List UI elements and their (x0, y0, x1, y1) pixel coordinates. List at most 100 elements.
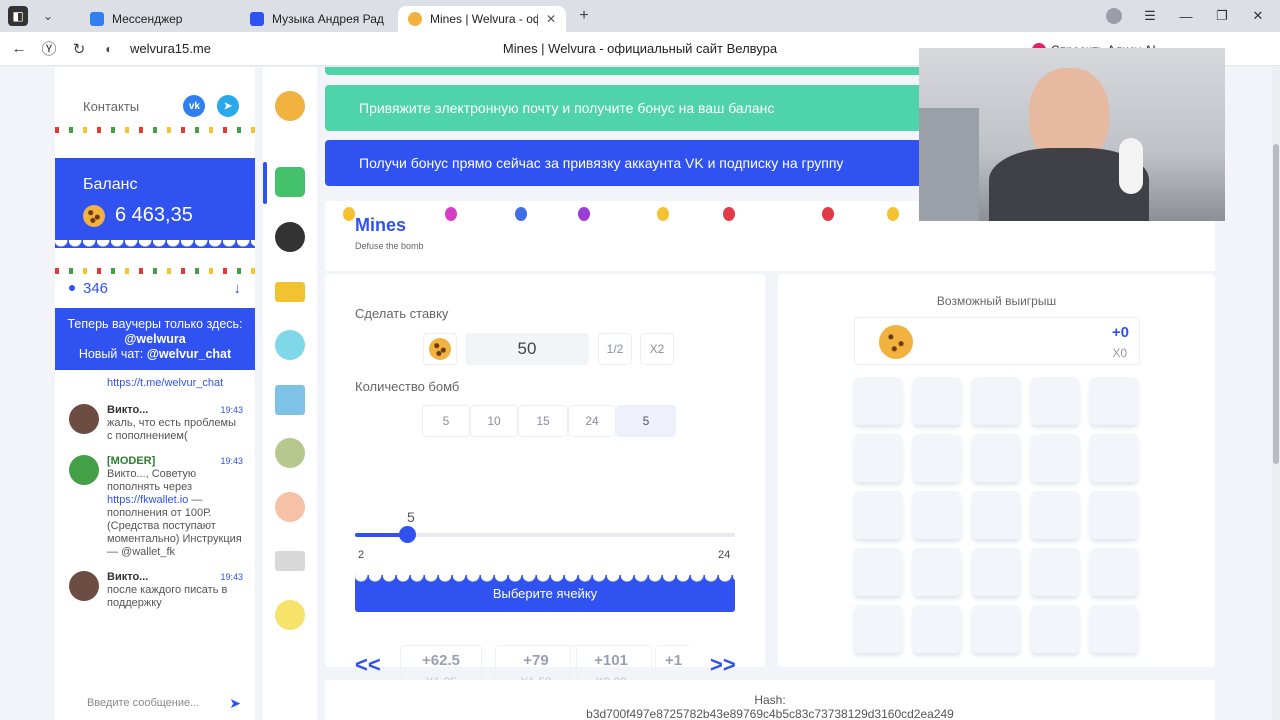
mine-cell[interactable] (972, 491, 1020, 539)
mine-cell[interactable] (854, 377, 902, 425)
bombs-count-input[interactable]: 5 (616, 405, 676, 437)
game-subtitle: Defuse the bomb (355, 241, 424, 251)
new-tab-icon[interactable]: + (574, 6, 594, 26)
double-bet-button[interactable]: X2 (640, 333, 674, 365)
avatar[interactable] (69, 455, 99, 485)
chat-message-partial: https://t.me/welvur_chat (55, 375, 255, 394)
tab-music[interactable]: Музыка Андрея Рад (240, 6, 398, 32)
tab-messenger[interactable]: Мессенджер (80, 6, 240, 32)
next-arrow-button[interactable]: >> (710, 652, 736, 678)
email-bonus-banner[interactable]: Привяжите электронную почту и получите б… (325, 85, 935, 131)
bet-label: Сделать ставку (355, 306, 449, 321)
coin-icon[interactable] (275, 600, 305, 630)
bet-input[interactable]: 50 (465, 333, 589, 365)
bombs-preset-10[interactable]: 10 (470, 405, 518, 437)
mine-cell[interactable] (1031, 605, 1079, 653)
slider-handle[interactable] (398, 526, 416, 543)
mine-cell[interactable] (913, 548, 961, 596)
chat-link[interactable]: https://t.me/welvur_chat (107, 377, 223, 390)
mine-cell[interactable] (1031, 377, 1079, 425)
music-favicon-icon (250, 12, 264, 26)
mine-cell[interactable] (854, 605, 902, 653)
slider-value: 5 (407, 509, 415, 525)
tabs-dropdown-icon[interactable]: ⌄ (38, 6, 58, 26)
arrow-down-icon[interactable]: ↓ (234, 280, 242, 297)
mine-cell[interactable] (972, 605, 1020, 653)
send-icon[interactable]: ➤ (229, 695, 241, 712)
tab-mines[interactable]: Mines | Welvura - офиц ✕ (398, 6, 566, 32)
bubbles-icon[interactable] (275, 330, 305, 360)
bombs-preset-5[interactable]: 5 (422, 405, 470, 437)
minimize-icon[interactable]: — (1168, 0, 1204, 32)
mine-cell[interactable] (1031, 434, 1079, 482)
avatar[interactable] (69, 571, 99, 601)
avatar[interactable] (69, 404, 99, 434)
mine-cell[interactable] (972, 377, 1020, 425)
start-button[interactable]: Выберите ячейку (355, 575, 735, 612)
mine-cell[interactable] (913, 605, 961, 653)
bulb-decoration (515, 207, 527, 221)
bulb-decoration (822, 207, 834, 221)
menu-icon[interactable]: ☰ (1132, 0, 1168, 32)
mine-cell[interactable] (854, 548, 902, 596)
slots-icon[interactable] (275, 551, 305, 571)
bomb-icon[interactable] (275, 222, 305, 252)
hash-label: Hash: (754, 693, 786, 707)
mine-cell[interactable] (972, 548, 1020, 596)
back-icon[interactable]: ← (4, 34, 34, 64)
mine-cell[interactable] (1090, 377, 1138, 425)
half-bet-button[interactable]: 1/2 (598, 333, 632, 365)
mine-cell[interactable] (1090, 491, 1138, 539)
crossed-swords-icon[interactable] (275, 492, 305, 522)
win-multiplier: X0 (1112, 346, 1127, 360)
reload-icon[interactable]: ↻ (64, 34, 94, 64)
crown-icon[interactable] (275, 282, 305, 302)
dice-icon[interactable] (275, 167, 305, 197)
mine-cell[interactable] (972, 434, 1020, 482)
close-window-icon[interactable]: ✕ (1240, 0, 1276, 32)
chat-input-placeholder[interactable]: Введите сообщение... (87, 697, 199, 709)
cookie-icon[interactable] (275, 91, 305, 121)
close-tab-icon[interactable]: ✕ (546, 12, 556, 26)
scrollbar[interactable] (1272, 67, 1280, 720)
promo-block: Теперь ваучеры только здесь: @welwura Но… (55, 308, 255, 370)
mine-cell[interactable] (1031, 491, 1079, 539)
vk-bonus-banner[interactable]: Получи бонус прямо сейчас за привязку ак… (325, 140, 935, 186)
mine-cell[interactable] (913, 491, 961, 539)
mine-cell[interactable] (1031, 548, 1079, 596)
profile-icon[interactable] (1096, 0, 1132, 32)
mine-cell[interactable] (1090, 605, 1138, 653)
cookie-icon (423, 333, 457, 365)
browser-menu-icon[interactable]: ◧ (8, 6, 28, 26)
wheel-icon[interactable] (275, 438, 305, 468)
chat-text: после каждого писать в поддержку (107, 584, 228, 609)
url-field[interactable]: welvura15.me (130, 41, 211, 56)
mine-cell[interactable] (913, 377, 961, 425)
bombs-slider[interactable] (355, 526, 735, 543)
mine-cell[interactable] (854, 491, 902, 539)
bulb-decoration (445, 207, 457, 221)
vk-icon[interactable]: vk (183, 95, 206, 117)
mine-cell[interactable] (1090, 548, 1138, 596)
cookie-favicon-icon (408, 12, 422, 26)
bombs-preset-24[interactable]: 24 (568, 405, 616, 437)
mine-cell[interactable] (854, 434, 902, 482)
maximize-icon[interactable]: ❐ (1204, 0, 1240, 32)
promo-handle2[interactable]: @welvur_chat (147, 347, 231, 361)
stairs-icon[interactable] (275, 385, 305, 415)
scrollbar-thumb[interactable] (1273, 144, 1279, 464)
promo-handle1[interactable]: @welwura (124, 332, 186, 346)
balance-card: Баланс 6 463,35 (55, 158, 255, 250)
chat-input[interactable]: Введите сообщение... ➤ (55, 686, 255, 720)
yandex-icon[interactable]: Ⓨ (34, 34, 64, 64)
prev-arrow-button[interactable]: << (355, 652, 381, 678)
mine-cell[interactable] (913, 434, 961, 482)
mine-cell[interactable] (1090, 434, 1138, 482)
chat-link[interactable]: https://fkwallet.io (107, 494, 188, 506)
snow-decoration (355, 575, 735, 583)
telegram-icon[interactable]: ➤ (217, 95, 239, 117)
slider-max: 24 (718, 549, 731, 561)
hash-value[interactable]: b3d700f497e8725782b43e89769c4b5c83c73738… (325, 707, 1215, 720)
promo-line1: Теперь ваучеры только здесь: (67, 317, 243, 331)
bombs-preset-15[interactable]: 15 (518, 405, 568, 437)
